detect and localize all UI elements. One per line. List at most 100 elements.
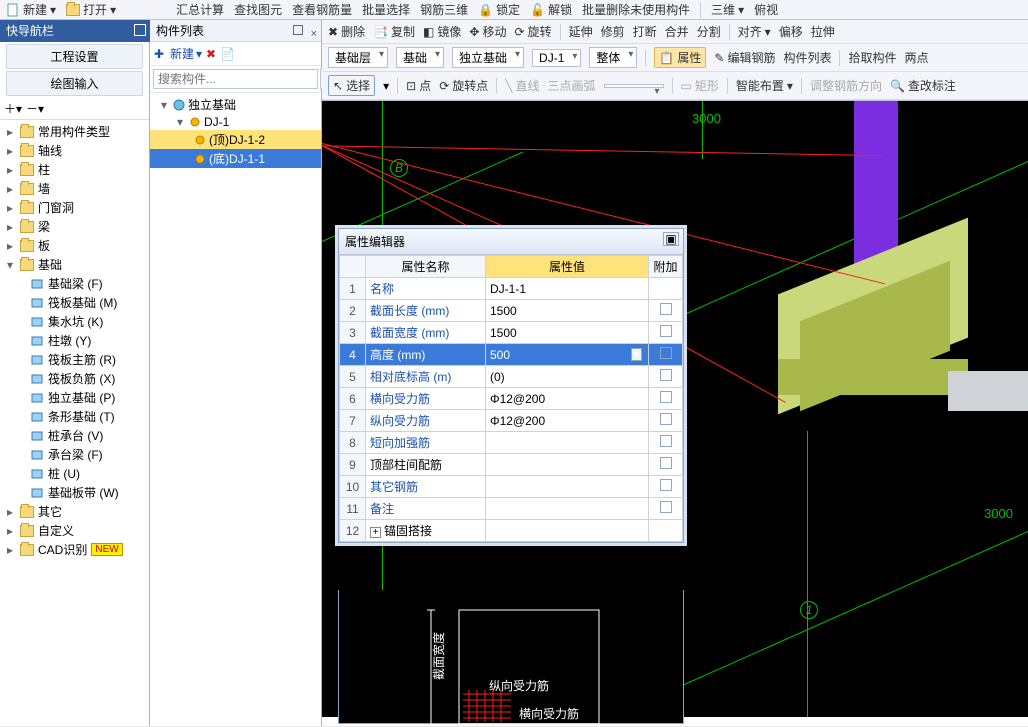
steel-3d-button[interactable]: 钢筋三维 <box>420 1 468 18</box>
align-button[interactable]: 对齐 ▾ <box>738 23 771 40</box>
batch-select-button[interactable]: 批量选择 <box>362 1 410 18</box>
extend-button[interactable]: 延伸 <box>569 23 593 40</box>
rot-point-tool[interactable]: ⟳ 旋转点 <box>439 77 488 94</box>
property-row[interactable]: 10其它钢筋 <box>340 476 683 498</box>
stretch-button[interactable]: 拉伸 <box>811 23 835 40</box>
tree-item[interactable]: ▸门窗洞 <box>0 198 149 217</box>
tree-subitem[interactable]: 筏板主筋 (R) <box>0 350 149 369</box>
floor-combo[interactable]: 基础层 <box>328 47 388 68</box>
tree-subitem[interactable]: 独立基础 (P) <box>0 388 149 407</box>
nav-tree[interactable]: ▸常用构件类型▸轴线▸柱▸墙▸门窗洞▸梁▸板▾基础基础梁 (F)筏板基础 (M)… <box>0 120 149 561</box>
property-row[interactable]: 4高度 (mm)500 <box>340 344 683 366</box>
tree-item[interactable]: ▸其它 <box>0 502 149 521</box>
mirror-button[interactable]: ◧ 镜像 <box>423 23 461 40</box>
pin-icon[interactable] <box>134 24 146 36</box>
tree-subitem[interactable]: 基础梁 (F) <box>0 274 149 293</box>
delete-component-button[interactable]: ✖ <box>206 47 216 61</box>
search-component-button[interactable]: 查找图元 <box>234 1 282 18</box>
component-root[interactable]: ▾独立基础 <box>150 95 321 114</box>
tree-item[interactable]: ▸常用构件类型 <box>0 122 149 141</box>
new-component-button[interactable]: ✚新建 ▾ <box>154 45 202 62</box>
view3d-button[interactable]: 三维 ▾ <box>711 1 744 18</box>
property-row[interactable]: 12+锚固搭接 <box>340 520 683 542</box>
tree-subitem[interactable]: 桩承台 (V) <box>0 426 149 445</box>
component-leaf-bottom[interactable]: (底)DJ-1-1 <box>150 149 321 168</box>
close-icon[interactable]: × <box>311 23 317 45</box>
adj-steel-button[interactable]: 调整钢筋方向 <box>810 77 882 94</box>
tree-item[interactable]: ▸梁 <box>0 217 149 236</box>
tree-subitem[interactable]: 桩 (U) <box>0 464 149 483</box>
close-icon[interactable]: ▣ <box>663 232 679 246</box>
property-row[interactable]: 5相对底标高 (m)(0) <box>340 366 683 388</box>
arc-combo[interactable] <box>604 84 664 88</box>
property-row[interactable]: 1名称DJ-1-1 <box>340 278 683 300</box>
component-leaf-top[interactable]: (顶)DJ-1-2 <box>150 130 321 149</box>
exchange-button[interactable]: 汇总计算 <box>176 1 224 18</box>
attr-toggle[interactable]: 📋 属性 <box>654 47 706 68</box>
pick-component-button[interactable]: 拾取构件 <box>848 49 896 66</box>
two-point-button[interactable]: 两点 <box>904 49 928 66</box>
tree-item[interactable]: ▸板 <box>0 236 149 255</box>
property-row[interactable]: 2截面长度 (mm)1500 <box>340 300 683 322</box>
kind-combo[interactable]: 基础 <box>396 47 444 68</box>
component-search-input[interactable] <box>153 69 318 89</box>
line-tool[interactable]: ╲ 直线 <box>505 77 539 94</box>
tree-subitem[interactable]: 条形基础 (T) <box>0 407 149 426</box>
property-row[interactable]: 6横向受力筋Φ12@200 <box>340 388 683 410</box>
tree-item[interactable]: ▸轴线 <box>0 141 149 160</box>
tree-subitem[interactable]: 筏板负筋 (X) <box>0 369 149 388</box>
tree-item[interactable]: ▸墙 <box>0 179 149 198</box>
move-button[interactable]: ✥ 移动 <box>469 23 506 40</box>
split-button[interactable]: 分割 <box>697 23 721 40</box>
property-grid[interactable]: 属性名称 属性值 附加 1名称DJ-1-12截面长度 (mm)15003截面宽度… <box>339 255 683 542</box>
arc3-tool[interactable]: 三点画弧 <box>548 77 596 94</box>
copy-component-button[interactable]: 📄 <box>220 47 235 61</box>
smart-layout-button[interactable]: 智能布置 ▾ <box>736 77 793 94</box>
rect-tool[interactable]: ▭ 矩形 <box>681 77 719 94</box>
tree-subitem[interactable]: 柱墩 (Y) <box>0 331 149 350</box>
rotate-button[interactable]: ⟳ 旋转 <box>514 23 551 40</box>
component-child[interactable]: ▾DJ-1 <box>150 114 321 130</box>
tree-subitem[interactable]: 承台梁 (F) <box>0 445 149 464</box>
collapse-minus-icon[interactable]: －▾ <box>26 100 44 117</box>
tree-subitem[interactable]: 基础板带 (W) <box>0 483 149 502</box>
new-doc-button[interactable]: 新建 ▾ <box>6 1 56 18</box>
open-button[interactable]: 打开 ▾ <box>66 1 116 18</box>
property-editor-title[interactable]: 属性编辑器 ▣ <box>339 229 683 255</box>
expand-plus-icon[interactable]: ＋▾ <box>4 100 22 117</box>
scope-combo[interactable]: 整体 <box>589 47 637 68</box>
lock-button[interactable]: 🔒锁定 <box>478 1 520 18</box>
trim-button[interactable]: 修剪 <box>601 23 625 40</box>
project-settings-button[interactable]: 工程设置 <box>6 44 143 69</box>
delete-button[interactable]: ✖ 删除 <box>328 23 365 40</box>
view-steel-button[interactable]: 查看钢筋量 <box>292 1 352 18</box>
tree-subitem[interactable]: 筏板基础 (M) <box>0 293 149 312</box>
merge-button[interactable]: 合并 <box>665 23 689 40</box>
sub-combo[interactable]: 独立基础 <box>452 47 524 68</box>
edit-steel-button[interactable]: ✎ 编辑钢筋 <box>714 49 775 66</box>
tree-item[interactable]: ▸CAD识别 NEW <box>0 540 149 559</box>
copy-button[interactable]: 📑 复制 <box>373 23 415 40</box>
tree-item[interactable]: ▸柱 <box>0 160 149 179</box>
property-row[interactable]: 3截面宽度 (mm)1500 <box>340 322 683 344</box>
property-editor-window[interactable]: 属性编辑器 ▣ 属性名称 属性值 附加 1名称DJ-1-12截面长度 (mm)1… <box>338 228 684 543</box>
property-row[interactable]: 9顶部柱间配筋 <box>340 454 683 476</box>
mark-button[interactable]: 🔍 查改标注 <box>890 77 956 94</box>
tree-item[interactable]: ▸自定义 <box>0 521 149 540</box>
select-tool[interactable]: ↖ 选择 <box>328 75 375 96</box>
section-button[interactable]: 俯视 <box>754 1 778 18</box>
unlock-button[interactable]: 🔓解锁 <box>530 1 572 18</box>
property-row[interactable]: 7纵向受力筋Φ12@200 <box>340 410 683 432</box>
offset-button[interactable]: 偏移 <box>779 23 803 40</box>
name-combo[interactable]: DJ-1 <box>532 49 581 67</box>
component-list-button[interactable]: 构件列表 <box>783 49 831 66</box>
property-row[interactable]: 11备注 <box>340 498 683 520</box>
pin-icon[interactable] <box>293 25 303 35</box>
break-button[interactable]: 打断 <box>633 23 657 40</box>
point-tool[interactable]: ⊡ 点 <box>406 77 431 94</box>
tree-item[interactable]: ▾基础 <box>0 255 149 274</box>
tree-subitem[interactable]: 集水坑 (K) <box>0 312 149 331</box>
batch-del-button[interactable]: 批量删除未使用构件 <box>582 1 690 18</box>
component-tree[interactable]: ▾独立基础 ▾DJ-1 (顶)DJ-1-2 (底)DJ-1-1 <box>150 93 321 170</box>
property-row[interactable]: 8短向加强筋 <box>340 432 683 454</box>
